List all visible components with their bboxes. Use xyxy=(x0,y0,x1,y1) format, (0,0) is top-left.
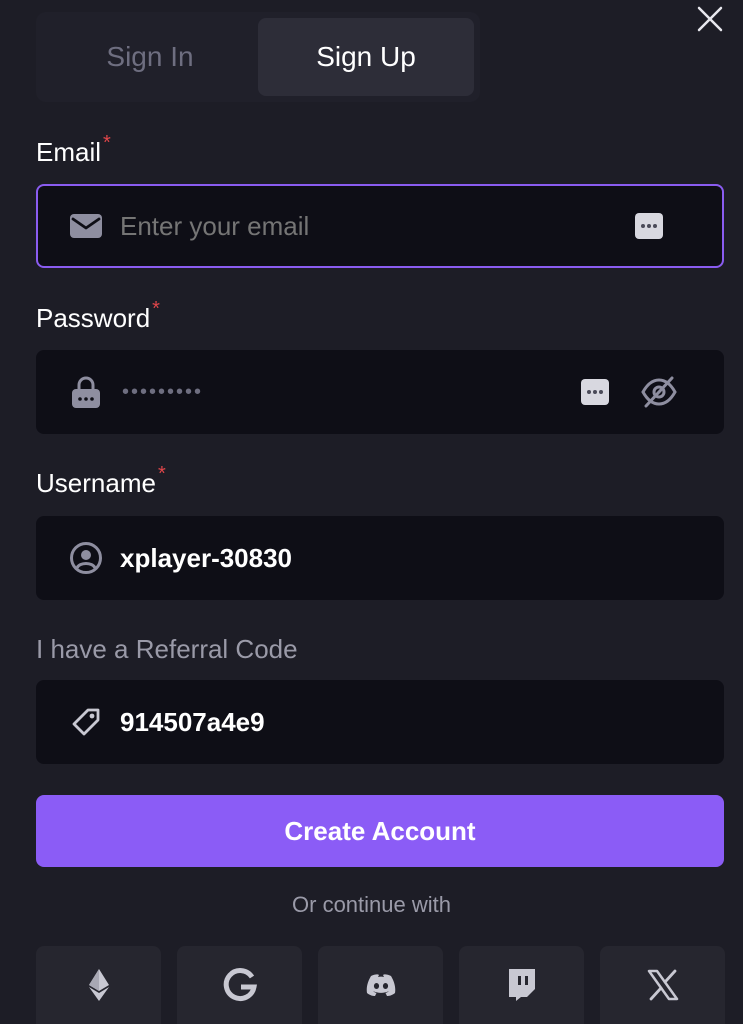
create-account-button[interactable]: Create Account xyxy=(36,795,724,867)
sign-up-modal: Sign In Sign Up Email* Password* xyxy=(0,0,743,1024)
divider-label: Or continue with xyxy=(292,892,451,917)
more-dots-icon xyxy=(581,379,609,405)
referral-label: I have a Referral Code xyxy=(36,634,298,664)
password-input[interactable]: ••••••••• xyxy=(122,381,562,404)
twitch-icon xyxy=(508,969,535,1001)
ethereum-login-button[interactable] xyxy=(36,946,161,1024)
close-button[interactable] xyxy=(695,4,725,34)
autofill-button[interactable] xyxy=(580,378,610,406)
referral-input[interactable]: 914507a4e9 xyxy=(120,707,560,738)
username-label: Username * xyxy=(36,463,166,498)
required-marker: * xyxy=(152,298,160,320)
google-icon xyxy=(223,968,257,1002)
required-marker: * xyxy=(103,132,111,154)
required-marker: * xyxy=(157,463,166,485)
auth-tabs: Sign In Sign Up xyxy=(36,12,480,102)
x-login-button[interactable] xyxy=(600,946,725,1024)
tag-icon xyxy=(68,704,104,740)
discord-login-button[interactable] xyxy=(318,946,443,1024)
social-login-row xyxy=(36,946,725,1024)
username-field[interactable]: xplayer-30830 xyxy=(36,516,724,600)
email-label: Email * xyxy=(36,132,111,167)
password-field[interactable]: ••••••••• xyxy=(36,350,724,434)
eye-off-icon xyxy=(641,376,677,408)
google-login-button[interactable] xyxy=(177,946,302,1024)
tab-sign-up[interactable]: Sign Up xyxy=(258,18,474,96)
ethereum-icon xyxy=(88,969,109,1001)
tab-sign-in[interactable]: Sign In xyxy=(42,18,258,96)
password-label: Password * xyxy=(36,298,160,333)
username-input[interactable]: xplayer-30830 xyxy=(120,543,560,574)
x-icon xyxy=(647,969,678,1001)
toggle-password-visibility[interactable] xyxy=(640,374,678,410)
twitch-login-button[interactable] xyxy=(459,946,584,1024)
email-field[interactable] xyxy=(36,184,724,268)
close-icon xyxy=(697,6,723,32)
referral-field[interactable]: 914507a4e9 xyxy=(36,680,724,764)
user-circle-icon xyxy=(68,540,104,576)
discord-icon xyxy=(366,974,395,996)
email-input[interactable] xyxy=(120,210,560,242)
more-dots-icon xyxy=(635,213,663,239)
autofill-button[interactable] xyxy=(634,212,664,240)
lock-icon xyxy=(68,374,104,410)
mail-icon xyxy=(68,208,104,244)
